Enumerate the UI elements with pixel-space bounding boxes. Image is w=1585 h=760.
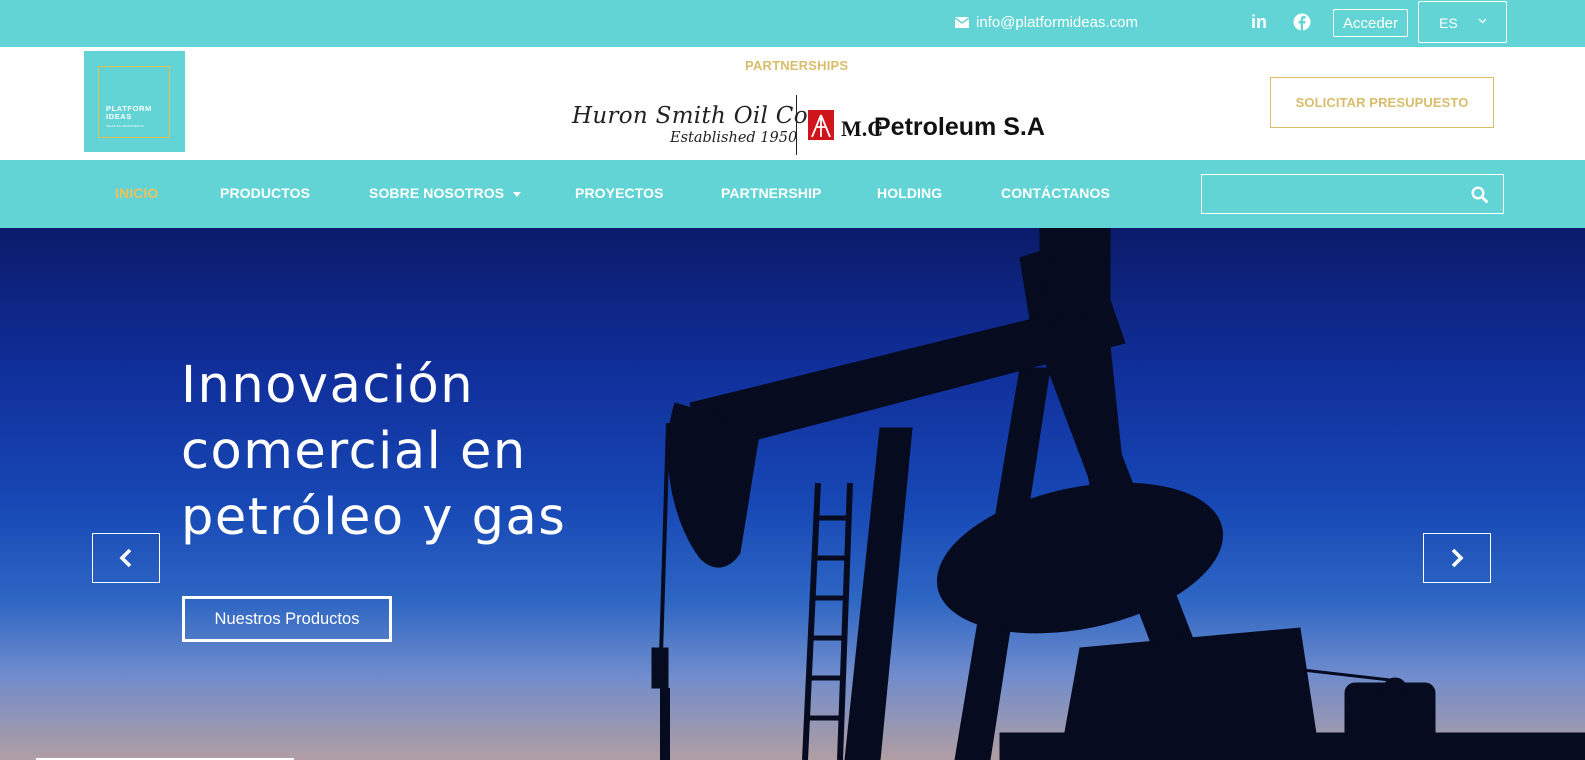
hero-slider: Innovación comercial en petróleo y gas N… — [0, 228, 1585, 760]
search-icon[interactable] — [1471, 186, 1488, 203]
site-header: PLATFORM IDEAS IDEAS EN MOVIMIENTO PARTNE… — [0, 47, 1585, 160]
nav-item-partnership[interactable]: PARTNERSHIP — [721, 185, 821, 201]
nav-item-label: SOBRE NOSOTROS — [369, 185, 505, 201]
logo-text: PLATFORM IDEAS — [106, 104, 152, 121]
logo-tagline: IDEAS EN MOVIMIENTO — [106, 124, 144, 128]
slider-next-button[interactable] — [1423, 533, 1491, 583]
our-products-button[interactable]: Nuestros Productos — [182, 596, 392, 642]
nav-item-inicio[interactable]: INICIO — [115, 185, 158, 201]
partner1-name: Huron Smith Oil Co. — [572, 103, 816, 129]
site-logo[interactable]: PLATFORM IDEAS IDEAS EN MOVIMIENTO — [84, 51, 185, 152]
hero-title-line: petróleo y gas — [181, 488, 567, 547]
chevron-down-icon — [1478, 18, 1487, 24]
top-bar: info@platformideas.com in Acceder ES — [0, 0, 1585, 47]
mc-petroleum-icon — [808, 110, 834, 140]
partner-divider — [796, 95, 797, 155]
hero-title: Innovación comercial en petróleo y gas — [181, 353, 566, 551]
partner2-name: Petroleum S.A — [874, 113, 1045, 141]
language-selector[interactable]: ES — [1418, 1, 1507, 43]
nav-item-sobre-nosotros[interactable]: SOBRE NOSOTROS — [369, 185, 522, 201]
partnerships-label: PARTNERSHIPS — [745, 58, 849, 73]
linkedin-icon[interactable]: in — [1248, 11, 1270, 33]
search-input[interactable] — [1202, 175, 1503, 213]
partner1-established: Established 1950 — [670, 130, 798, 146]
nav-item-holding[interactable]: HOLDING — [877, 185, 942, 201]
huron-smith-logo[interactable]: Huron Smith Oil Co. Established 1950 — [572, 103, 816, 146]
login-button[interactable]: Acceder — [1333, 9, 1408, 37]
main-nav: INICIO PRODUCTOS SOBRE NOSOTROS PROYECTO… — [0, 160, 1585, 228]
nav-item-proyectos[interactable]: PROYECTOS — [575, 185, 664, 201]
email-text: info@platformideas.com — [976, 13, 1138, 31]
request-quote-button[interactable]: SOLICITAR PRESUPUESTO — [1270, 77, 1494, 128]
email-link[interactable]: info@platformideas.com — [955, 12, 1138, 32]
chevron-left-icon — [119, 548, 132, 568]
caret-down-icon — [513, 191, 522, 197]
nav-item-productos[interactable]: PRODUCTOS — [220, 185, 310, 201]
facebook-icon[interactable] — [1291, 11, 1313, 33]
envelope-icon — [955, 16, 969, 28]
hero-title-line: Innovación — [181, 356, 475, 415]
slider-prev-button[interactable] — [92, 533, 160, 583]
hero-title-line: comercial en — [181, 422, 527, 481]
chevron-right-icon — [1451, 548, 1464, 568]
nav-item-contactanos[interactable]: CONTÁCTANOS — [1001, 185, 1110, 201]
language-code: ES — [1439, 15, 1458, 31]
search-box — [1201, 174, 1504, 214]
